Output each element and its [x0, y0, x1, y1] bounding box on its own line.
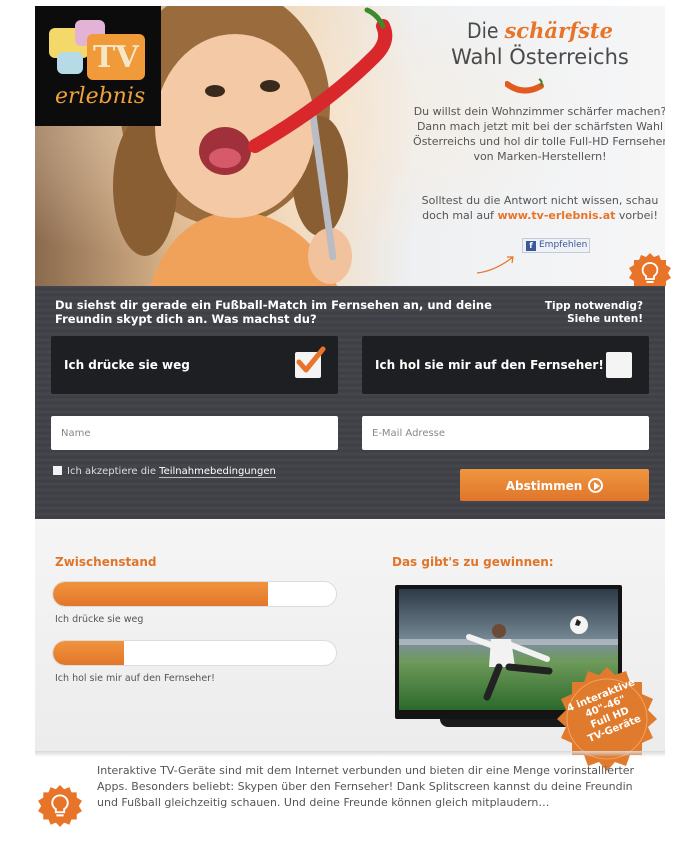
facebook-icon: f: [526, 241, 536, 251]
result-bar-1: [52, 581, 337, 607]
lightbulb-icon: [38, 785, 82, 827]
prize-title: Das gibt's zu gewinnen:: [392, 555, 554, 569]
result-label-2: Ich hol sie mir auf den Fernseher!: [55, 673, 215, 684]
checkmark-icon: [296, 346, 326, 373]
logo-tv-text: TV: [93, 40, 139, 75]
quiz-panel: Du siehst dir gerade ein Fußball-Match i…: [35, 286, 665, 519]
quiz-question: Du siehst dir gerade ein Fußball-Match i…: [55, 298, 492, 326]
results-section: Zwischenstand Ich drücke sie weg Ich hol…: [35, 519, 665, 771]
answer-label-2: Ich hol sie mir auf den Fernseher!: [375, 358, 604, 372]
result-label-1: Ich drücke sie weg: [55, 614, 144, 625]
terms-checkbox[interactable]: [53, 466, 62, 475]
tv-erlebnis-logo[interactable]: TV erlebnis: [35, 6, 161, 126]
terms-link[interactable]: Teilnahmebedingungen: [159, 466, 276, 478]
logo-subtitle: erlebnis: [55, 84, 146, 109]
result-bar-2: [52, 640, 337, 666]
hint-text: Solltest du die Antwort nicht wissen, sc…: [421, 194, 659, 222]
result-bar-1-fill: [53, 582, 269, 606]
answer-checkbox-1[interactable]: [295, 346, 326, 378]
hero-banner: TV erlebnis Die schärfste Wahl Österreic…: [35, 6, 665, 286]
answer-option-1[interactable]: Ich drücke sie weg: [51, 336, 338, 394]
headline: Die schärfste Wahl Österreichs: [440, 18, 640, 69]
website-link[interactable]: www.tv-erlebnis.at: [497, 209, 615, 222]
answer-option-2[interactable]: Ich hol sie mir auf den Fernseher!: [362, 336, 649, 394]
result-bar-2-fill: [53, 641, 124, 665]
intro-text: Du willst dein Wohnzimmer schärfer mache…: [413, 105, 665, 163]
arrow-icon: [476, 256, 514, 274]
play-icon: [588, 477, 604, 493]
email-input[interactable]: [362, 416, 649, 450]
footer-info-text: Interaktive TV-Geräte sind mit dem Inter…: [97, 764, 635, 809]
vote-button[interactable]: Abstimmen: [460, 469, 649, 501]
terms-row: Ich akzeptiere die Teilnahmebedingungen: [53, 466, 276, 478]
answer-checkbox-2[interactable]: [606, 352, 632, 378]
chili-icon: [505, 78, 544, 94]
answer-label-1: Ich drücke sie weg: [64, 358, 190, 372]
name-input[interactable]: [51, 416, 338, 450]
facebook-recommend-button[interactable]: f Empfehlen: [522, 238, 590, 253]
tip-hint[interactable]: Tipp notwendig? Siehe unten!: [523, 300, 643, 326]
headline-spicy-word: schärfste: [504, 18, 613, 43]
results-title: Zwischenstand: [55, 555, 157, 569]
page: TV erlebnis Die schärfste Wahl Österreic…: [0, 0, 673, 845]
headline-line2: Wahl Österreichs: [451, 45, 629, 69]
